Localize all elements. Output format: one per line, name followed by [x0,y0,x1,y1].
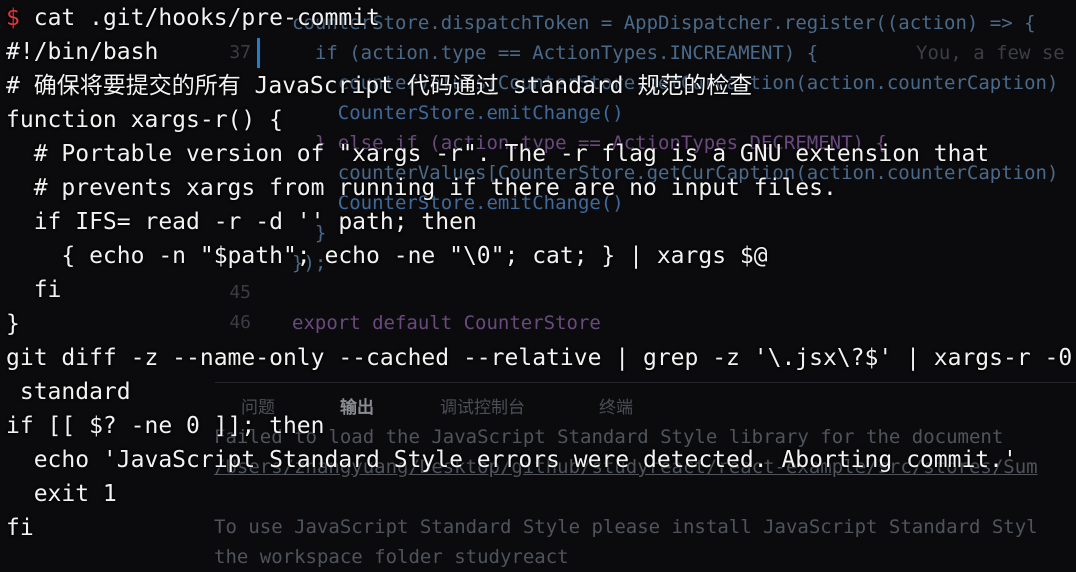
terminal-line: echo 'JavaScript Standard Style errors w… [6,447,1017,473]
output-line: To use JavaScript Standard Style please … [214,516,1038,538]
terminal-line: #!/bin/bash [6,39,159,65]
tab-debug-console[interactable]: 调试控制台 [440,393,525,418]
code-line[interactable]: export default CounterStore [292,308,601,338]
code-line[interactable]: counterStore.dispatchToken = AppDispatch… [292,8,1036,38]
git-blame-ghost-text: You, a few se [916,42,1065,64]
code-line[interactable]: if (action.type == ActionTypes.INCREAMEN… [292,38,818,68]
terminal-line: if [[ $? -ne 0 ]]; then [6,413,325,439]
terminal-command-line[interactable]: $ cat .git/hooks/pre-commit [6,1,380,35]
current-line-indicator [257,38,260,68]
terminal-line: # Portable version of "xargs -r". The -r… [6,141,990,167]
terminal-line: fi [6,515,34,541]
tab-terminal[interactable]: 终端 [599,393,633,418]
output-line: the workspace folder studyreact [214,546,569,568]
terminal-line: git diff -z --name-only --cached --relat… [6,345,1073,371]
line-number: 45 [229,282,251,303]
terminal-line: function xargs-r() { [6,107,283,133]
terminal-line: fi [6,277,62,303]
prompt-symbol: $ [6,5,20,31]
tab-output[interactable]: 输出 [340,393,374,418]
terminal-command: cat .git/hooks/pre-commit [33,5,380,31]
terminal-line: # 确保将要提交的所有 JavaScript 代码通过 standard 规范的… [6,73,753,99]
line-number: 37 [229,42,251,63]
terminal-line: exit 1 [6,481,117,507]
terminal-line: } [6,311,20,337]
line-number: 46 [229,312,251,333]
terminal-line: standard [6,379,131,405]
terminal-line: { echo -n "$path"; echo -ne "\0"; cat; }… [6,243,768,269]
terminal-line: if IFS= read -r -d '' path; then [6,209,477,235]
terminal-line: # prevents xargs from running if there a… [6,175,837,201]
